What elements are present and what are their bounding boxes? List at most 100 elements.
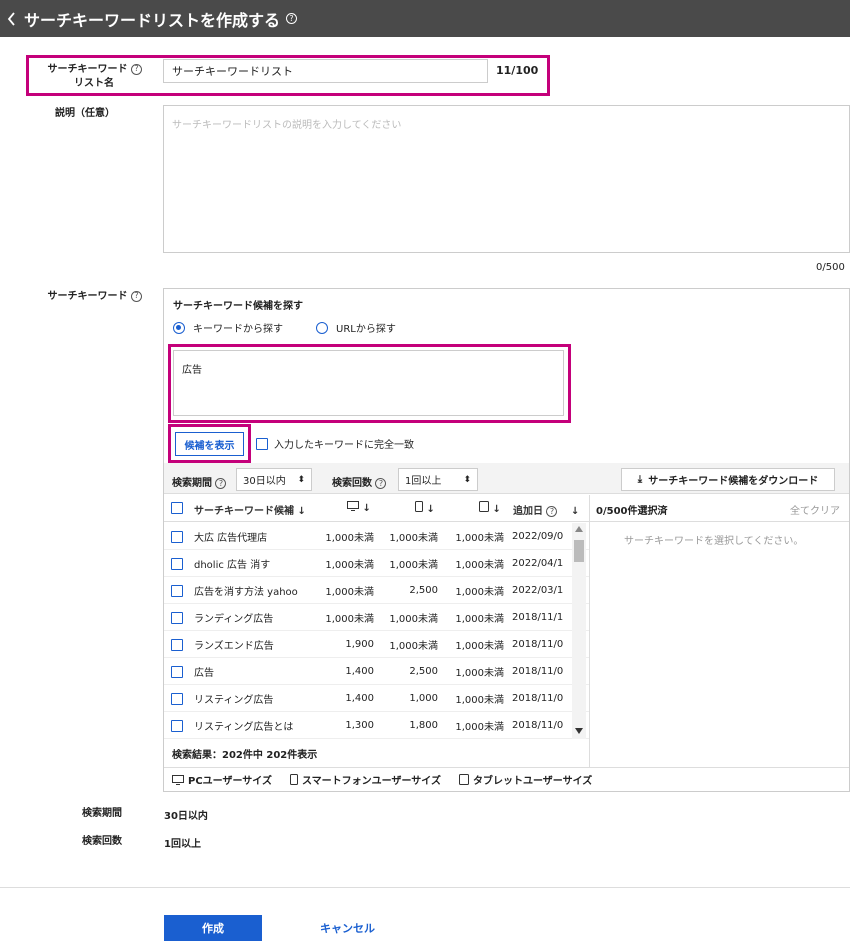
exact-match-checkbox[interactable]: 入力したキーワードに完全一致 [256, 436, 414, 451]
row-tab: 1,000未満 [455, 533, 504, 544]
row-checkbox[interactable] [171, 692, 183, 705]
row-tab: 1,000未満 [455, 668, 504, 679]
table-row[interactable]: 広告を消す方法 yahoo 1,000未満 2,500 1,000未満 2022/03/… [164, 577, 589, 604]
row-added-date: 2018/11/0 [512, 693, 564, 704]
row-tab: 1,000未満 [455, 722, 504, 733]
row-added-date: 2018/11/0 [512, 720, 564, 731]
help-icon[interactable]: ? [375, 477, 387, 489]
row-added-date: 2018/11/1 [512, 612, 564, 623]
create-button[interactable]: 作成 [164, 915, 262, 941]
help-icon[interactable]: ? [286, 13, 298, 24]
row-added-date: 2022/04/1 [512, 558, 564, 569]
back-button[interactable] [0, 0, 22, 37]
row-pc: 1,000未満 [325, 587, 374, 598]
list-name-input[interactable]: サーチキーワードリスト [163, 59, 488, 83]
clear-all-link[interactable]: 全てクリア [790, 502, 840, 517]
row-tab: 1,000未満 [455, 560, 504, 571]
legend-pc: PCユーザーサイズ [172, 772, 272, 787]
radio-url[interactable]: URLから探す [316, 320, 396, 335]
row-keyword: 広告を消す方法 yahoo [194, 587, 298, 598]
row-added-date: 2018/11/0 [512, 639, 564, 650]
download-button[interactable]: ⤓ サーチキーワード候補をダウンロード [621, 468, 835, 491]
row-checkbox[interactable] [171, 665, 183, 678]
monitor-icon [347, 501, 359, 511]
row-tab: 1,000未満 [455, 587, 504, 598]
table-row[interactable]: 大広 広告代理店 1,000未満 1,000未満 1,000未満 2022/09/0 [164, 523, 589, 550]
selected-count: 0/500件選択済 [596, 506, 668, 517]
chevron-left-icon [7, 11, 15, 26]
table-row[interactable]: dholic 広告 消す 1,000未満 1,000未満 1,000未満 2022/04… [164, 550, 589, 577]
col-keyword[interactable]: サーチキーワード候補 ↓ [194, 502, 306, 517]
row-checkbox[interactable] [171, 530, 183, 543]
row-pc: 1,300 [345, 720, 374, 731]
row-pc: 1,400 [345, 666, 374, 677]
row-tab: 1,000未満 [455, 641, 504, 652]
row-sp: 1,000未満 [389, 560, 438, 571]
keyword-input[interactable]: 広告 [173, 350, 564, 416]
col-tab[interactable]: ↓ [479, 501, 501, 515]
period-select[interactable]: 30日以内 ⬍ [236, 468, 312, 491]
table-row[interactable]: ランズエンド広告 1,900 1,000未満 1,000未満 2018/11/0 [164, 631, 589, 658]
scroll-thumb[interactable] [574, 540, 584, 562]
legend-sp: スマートフォンユーザーサイズ [289, 772, 441, 787]
tablet-icon [479, 501, 489, 512]
summary-period-value: 30日以内 [164, 811, 208, 822]
row-pc: 1,000未満 [325, 560, 374, 571]
row-sp: 1,000未満 [389, 641, 438, 652]
row-sp: 1,800 [409, 720, 438, 731]
summary-count-value: 1回以上 [164, 839, 201, 850]
list-name-char-count: 11/100 [496, 64, 539, 77]
description-textarea[interactable]: サーチキーワードリストの説明を入力してください [163, 105, 850, 253]
row-checkbox[interactable] [171, 611, 183, 624]
radio-keyword[interactable]: キーワードから探す [173, 320, 283, 335]
row-sp: 1,000未満 [389, 614, 438, 625]
row-tab: 1,000未満 [455, 614, 504, 625]
scrollbar[interactable] [572, 523, 586, 739]
pane-divider [589, 495, 590, 767]
row-keyword: ランディング広告 [194, 614, 274, 625]
table-row[interactable]: リスティング広告とは 1,300 1,800 1,000未満 2018/11/0 [164, 712, 589, 739]
help-icon[interactable]: ? [215, 477, 227, 489]
help-icon[interactable]: ? [131, 63, 142, 75]
row-added-date: 2022/09/0 [512, 531, 564, 542]
row-keyword: dholic 広告 消す [194, 560, 271, 571]
summary-period-label: 検索期間 [82, 808, 122, 819]
period-label: 検索期間 ? [172, 474, 227, 489]
table-row[interactable]: リスティング広告 1,400 1,000 1,000未満 2018/11/0 [164, 685, 589, 712]
cancel-button[interactable]: キャンセル [310, 915, 385, 941]
row-checkbox[interactable] [171, 584, 183, 597]
result-count: 検索結果：202件中 202件表示 [172, 750, 318, 761]
row-tab: 1,000未満 [455, 695, 504, 706]
smartphone-icon [415, 501, 423, 512]
row-checkbox[interactable] [171, 638, 183, 651]
help-icon[interactable]: ? [131, 290, 142, 302]
row-checkbox[interactable] [171, 557, 183, 570]
search-keyword-label: サーチキーワード ? [30, 290, 142, 304]
row-keyword: リスティング広告とは [194, 722, 294, 733]
table-row[interactable]: ランディング広告 1,000未満 1,000未満 1,000未満 2018/11/1 [164, 604, 589, 631]
row-keyword: 広告 [194, 668, 214, 679]
show-candidates-button[interactable]: 候補を表示 [175, 432, 244, 456]
sort-updown-icon: ⬍ [463, 474, 471, 485]
description-char-count: 0/500 [816, 262, 845, 273]
count-label: 検索回数 ? [332, 474, 387, 489]
col-added[interactable]: 追加日 ? ↓ [513, 502, 579, 517]
list-name-label: サーチキーワード ? リスト名 [30, 63, 142, 91]
row-added-date: 2022/03/1 [512, 585, 564, 596]
row-added-date: 2018/11/0 [512, 666, 564, 677]
row-keyword: ランズエンド広告 [194, 641, 274, 652]
col-sp[interactable]: ↓ [415, 501, 435, 515]
row-checkbox[interactable] [171, 719, 183, 732]
scroll-up-arrow[interactable] [575, 526, 583, 532]
row-pc: 1,000未満 [325, 614, 374, 625]
row-sp: 1,000未満 [389, 533, 438, 544]
summary-count-label: 検索回数 [82, 836, 122, 847]
row-sp: 2,500 [409, 585, 438, 596]
table-row[interactable]: 広告 1,400 2,500 1,000未満 2018/11/0 [164, 658, 589, 685]
select-all-checkbox[interactable] [171, 502, 183, 514]
col-pc[interactable]: ↓ [347, 501, 371, 514]
legend: PCユーザーサイズ スマートフォンユーザーサイズ タブレットユーザーサイズ [164, 767, 849, 791]
scroll-down-arrow[interactable] [575, 728, 583, 734]
help-icon[interactable]: ? [546, 505, 558, 517]
count-select[interactable]: 1回以上 ⬍ [398, 468, 478, 491]
